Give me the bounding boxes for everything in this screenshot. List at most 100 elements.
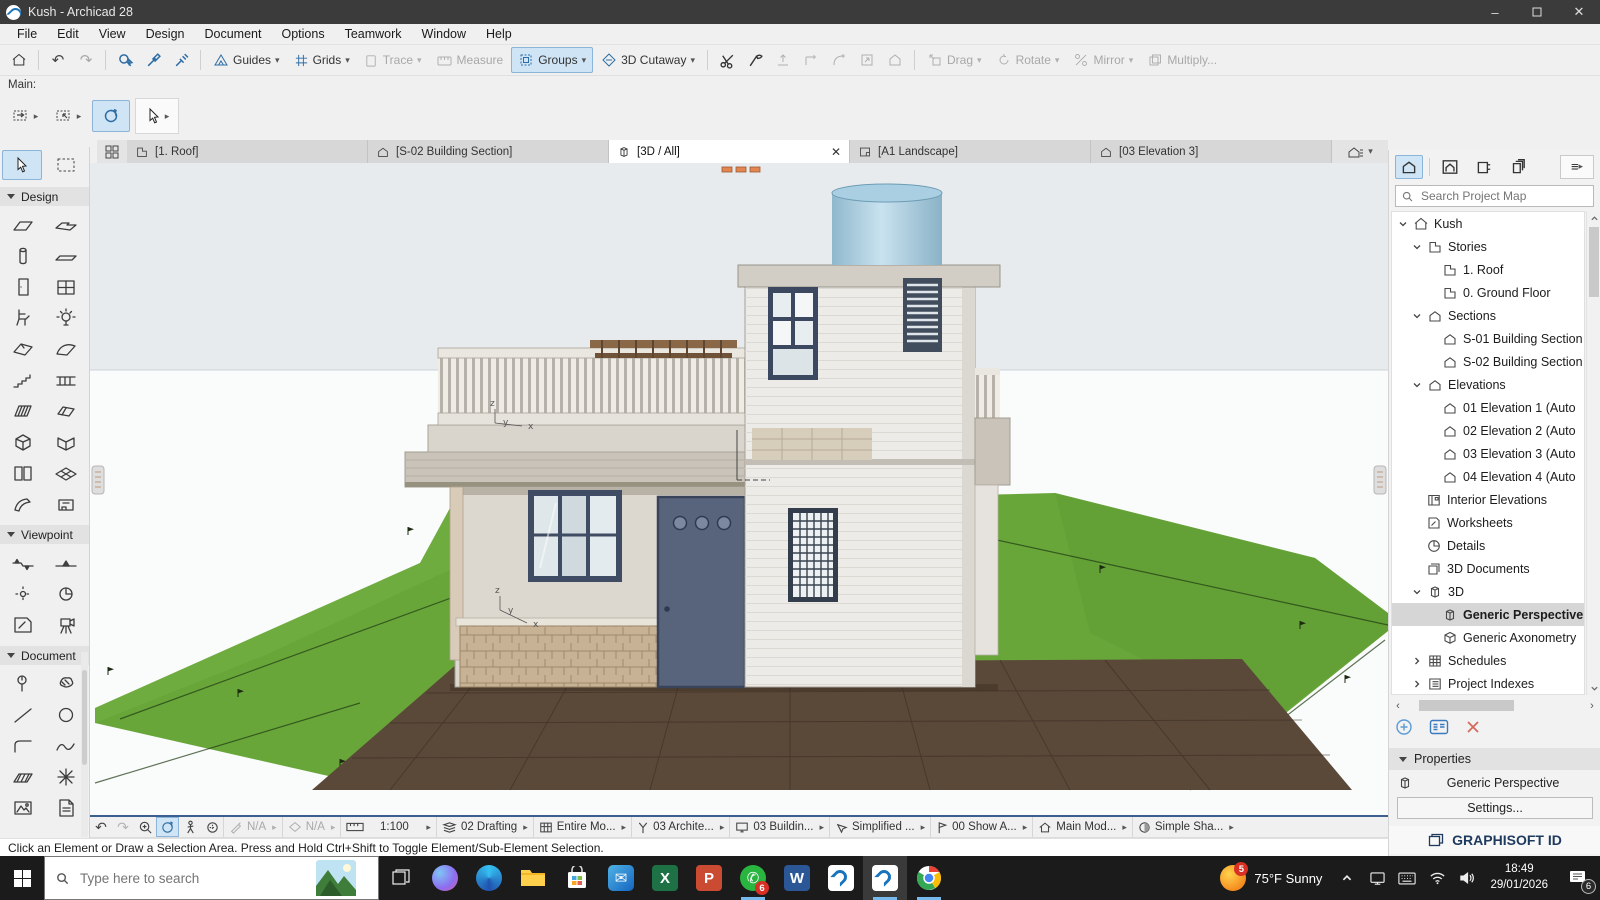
camera-tool[interactable] xyxy=(49,613,83,637)
notification-center[interactable]: 6 xyxy=(1556,856,1600,900)
tree-item-worksheets[interactable]: Worksheets xyxy=(1392,511,1584,534)
chrome-app-icon[interactable] xyxy=(907,856,951,900)
powerpoint-app-icon[interactable]: P xyxy=(687,856,731,900)
fill-tool[interactable] xyxy=(49,672,83,696)
scroll-up-icon[interactable] xyxy=(1587,211,1600,225)
pickup-parameters-icon[interactable] xyxy=(140,47,166,73)
opening-tool[interactable] xyxy=(6,461,40,485)
circle-tool[interactable] xyxy=(49,703,83,727)
tree-item-elevation-4[interactable]: 04 Elevation 4 (Auto xyxy=(1392,465,1584,488)
orbit-mode-button[interactable] xyxy=(92,100,130,132)
level-dimension-tool[interactable] xyxy=(6,672,40,696)
undo-button[interactable]: ↶ xyxy=(45,47,71,73)
add-viewpoint-button[interactable] xyxy=(1395,718,1413,739)
menu-edit[interactable]: Edit xyxy=(48,25,88,43)
detail-level-selector[interactable]: Simplified ...▸ xyxy=(829,817,930,837)
touch-keyboard-icon[interactable] xyxy=(1392,856,1422,900)
tree-item-roof[interactable]: 1. Roof xyxy=(1392,258,1584,281)
menu-design[interactable]: Design xyxy=(137,25,194,43)
archicad-active-app-icon[interactable] xyxy=(863,856,907,900)
roof-tool[interactable] xyxy=(6,337,40,361)
drag-button[interactable]: Drag▾ xyxy=(921,47,988,73)
elevate-icon[interactable] xyxy=(882,47,908,73)
settings-button[interactable]: Settings... xyxy=(1397,797,1593,819)
tree-item-interior-elevations[interactable]: Interior Elevations xyxy=(1392,488,1584,511)
railing-tool[interactable] xyxy=(49,368,83,392)
grids-button[interactable]: Grids▾ xyxy=(288,47,356,73)
stair-tool[interactable] xyxy=(6,368,40,392)
marquee-select-button[interactable]: ▸ xyxy=(49,100,87,132)
tree-item-stories[interactable]: Stories xyxy=(1392,235,1584,258)
toolbox-design-header[interactable]: Design xyxy=(0,187,89,206)
curtain-wall-tool[interactable] xyxy=(6,399,40,423)
elevation-tool[interactable] xyxy=(49,551,83,575)
archicad-app-icon[interactable] xyxy=(819,856,863,900)
tree-item-generic-axonometry[interactable]: Generic Axonometry xyxy=(1392,626,1584,649)
tree-horizontal-scrollbar[interactable]: ‹ › xyxy=(1391,698,1599,713)
viewpoint-settings-button[interactable] xyxy=(1429,719,1449,738)
object-tool[interactable] xyxy=(6,306,40,330)
excel-app-icon[interactable]: X xyxy=(643,856,687,900)
drawing-tool[interactable] xyxy=(49,796,83,820)
arrow-select-tool[interactable] xyxy=(2,150,42,180)
menu-file[interactable]: File xyxy=(8,25,46,43)
rotate-button[interactable]: Rotate▾ xyxy=(990,47,1066,73)
groups-button[interactable]: Groups▾ xyxy=(511,47,593,73)
renovation-mode-selector[interactable]: Main Mod...▸ xyxy=(1032,817,1132,837)
zone-stamp-tool[interactable] xyxy=(49,492,83,516)
find-select-icon[interactable] xyxy=(112,47,138,73)
menu-teamwork[interactable]: Teamwork xyxy=(336,25,411,43)
layers-selector[interactable]: 02 Drafting▸ xyxy=(436,817,533,837)
dimension-standard-selector[interactable]: 03 Archite...▸ xyxy=(631,817,729,837)
tree-item-details[interactable]: Details xyxy=(1392,534,1584,557)
home-button[interactable] xyxy=(6,47,32,73)
project-map-search-input[interactable] xyxy=(1419,188,1569,204)
cast-icon[interactable] xyxy=(1362,856,1392,900)
marquee-tool[interactable] xyxy=(46,150,86,180)
worksheet-tool[interactable] xyxy=(6,613,40,637)
toolbox-viewpoint-header[interactable]: Viewpoint xyxy=(0,525,89,544)
tree-item-elevation-3[interactable]: 03 Elevation 3 (Auto xyxy=(1392,442,1584,465)
skylight-tool[interactable] xyxy=(49,399,83,423)
fit-in-window-button[interactable] xyxy=(201,817,223,837)
line-tool[interactable] xyxy=(6,703,40,727)
polyline-tool[interactable] xyxy=(6,734,40,758)
tree-item-s02-section[interactable]: S-02 Building Section xyxy=(1392,350,1584,373)
lamp-tool[interactable] xyxy=(49,306,83,330)
detail-tool[interactable] xyxy=(49,582,83,606)
tree-item-elevation-1[interactable]: 01 Elevation 1 (Auto xyxy=(1392,396,1584,419)
toolbox-document-header[interactable]: Document xyxy=(0,646,89,665)
menu-options[interactable]: Options xyxy=(272,25,333,43)
volume-icon[interactable] xyxy=(1452,856,1482,900)
task-view-button[interactable] xyxy=(379,856,423,900)
tree-item-generic-perspective[interactable]: Generic Perspective xyxy=(1392,603,1584,626)
wall-tool[interactable] xyxy=(6,213,40,237)
menu-document[interactable]: Document xyxy=(196,25,271,43)
layout-book-icon[interactable] xyxy=(1470,155,1498,179)
split-icon[interactable] xyxy=(742,47,768,73)
wifi-icon[interactable] xyxy=(1422,856,1452,900)
orbit-button[interactable] xyxy=(156,817,179,837)
scroll-down-icon[interactable] xyxy=(1587,681,1600,695)
scale-selector[interactable]: 1:100▸ xyxy=(340,817,436,837)
graphisoft-id[interactable]: GRAPHISOFT ID xyxy=(1389,826,1600,854)
3d-viewport[interactable]: zyx zyx xyxy=(90,163,1388,817)
spline-tool[interactable] xyxy=(49,734,83,758)
column-tool[interactable] xyxy=(6,244,40,268)
multiply-button[interactable]: Multiply... xyxy=(1141,47,1223,73)
toolbox-scrollbar[interactable] xyxy=(81,652,88,837)
organizer-icon[interactable] xyxy=(97,140,127,163)
window-tool[interactable] xyxy=(49,275,83,299)
curved-shell-tool[interactable] xyxy=(6,492,40,516)
navigator-menu-icon[interactable]: ≡▸ xyxy=(1560,155,1594,179)
tree-item-3d[interactable]: 3D xyxy=(1392,580,1584,603)
tree-vertical-scrollbar[interactable] xyxy=(1586,211,1600,695)
taskbar-clock[interactable]: 18:49 29/01/2026 xyxy=(1482,862,1556,893)
slab-tool[interactable] xyxy=(49,213,83,237)
tray-chevron-up-icon[interactable] xyxy=(1332,856,1362,900)
menu-help[interactable]: Help xyxy=(477,25,521,43)
tab-close-icon[interactable]: ✕ xyxy=(831,145,841,159)
measure-button[interactable]: Measure xyxy=(430,47,510,73)
tree-item-sections[interactable]: Sections xyxy=(1392,304,1584,327)
mirror-button[interactable]: Mirror▾ xyxy=(1067,47,1139,73)
